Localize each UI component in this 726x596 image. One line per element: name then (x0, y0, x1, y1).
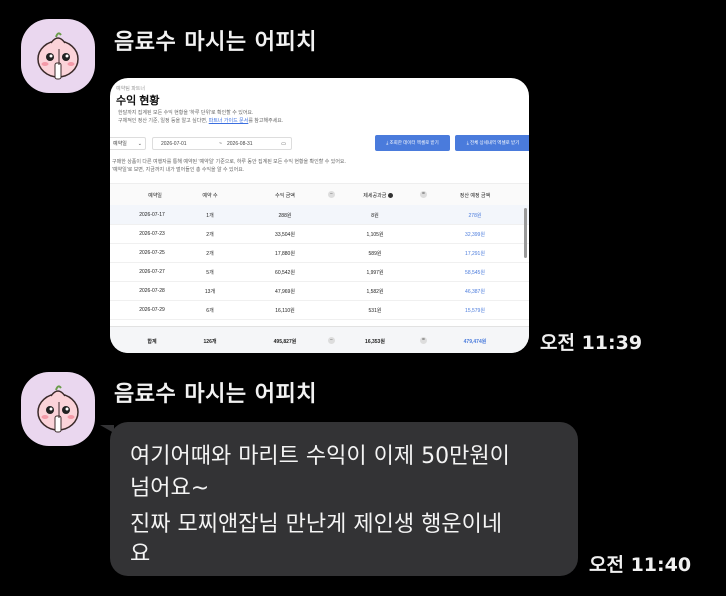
info-note-1: 구매한 상품이 다른 여행자를 통해 예약된 '예약일' 기준으로, 하루 동안… (112, 159, 346, 165)
message-time: 오전 11:39 (540, 332, 643, 354)
shared-image[interactable]: 예약팀 파트너 수익 현황 한달까지 집계된 모든 수익 현황을 '하루 단위'… (110, 78, 529, 353)
column-header: 예약 수 (202, 193, 218, 199)
message-text-line: 넘어요~ (130, 476, 210, 501)
column-header: 예약일 (148, 193, 162, 199)
column-header: 제세공과금 (353, 192, 403, 199)
table-row[interactable]: 2026-07-25 2개 17,880원 589원 17,291원 (110, 243, 529, 263)
table-header: 예약일 예약 수 수익 금액 − 제세공과금 = 정산 예정 금액 (110, 183, 529, 207)
message-bubble[interactable]: 여기어때와 마리트 수익이 이제 50만원이 넘어요~ 진짜 모찌앤잡님 만난게… (110, 422, 578, 576)
table-row[interactable]: 2026-07-17 1개 288원 8원 278원 (110, 205, 529, 225)
apeach-icon (37, 32, 79, 80)
apeach-icon (37, 385, 79, 433)
table-scrollbar[interactable] (524, 208, 527, 258)
table-row[interactable]: 2026-07-27 5개 60,542원 1,997원 58,545원 (110, 262, 529, 282)
minus-icon: − (328, 337, 335, 344)
calendar-icon: ▭ (281, 141, 286, 147)
date-range-field[interactable]: 2026-07-01 ~ 2026-08-31 ▭ (152, 137, 292, 150)
sender-avatar[interactable] (21, 19, 95, 93)
equals-icon: = (420, 191, 427, 198)
sender-name: 음료수 마시는 어피치 (114, 30, 317, 55)
info-note-2: '예약일'로 보면, 지금까지 내가 벌어들인 총 수익을 알 수 있어요. (112, 167, 245, 173)
guide-link[interactable]: 파트너 가이드 문서 (209, 118, 249, 124)
message-text-line: 요 (130, 542, 151, 567)
table-row[interactable]: 2026-07-29 6개 16,110원 531원 15,579원 (110, 300, 529, 320)
table-row[interactable]: 2026-07-28 13개 47,969원 1,582원 46,387원 (110, 281, 529, 301)
equals-icon: = (420, 337, 427, 344)
column-header: 정산 예정 금액 (459, 193, 491, 199)
filter-type-select[interactable]: 예약일 ⌄ (110, 137, 146, 150)
table-row[interactable]: 2026-07-23 2개 33,504원 1,105원 32,399원 (110, 224, 529, 244)
message-text-line: 진짜 모찌앤잡님 만난게 제인생 행운이네 (130, 512, 503, 537)
sender-avatar[interactable] (21, 372, 95, 446)
description-line-1: 한달까지 집계된 모든 수익 현황을 '하루 단위'로 확인할 수 있어요. (118, 110, 254, 116)
download-all-button[interactable]: ⤓ 전체 상세내역 엑셀로 받기 (455, 135, 529, 151)
minus-icon: − (328, 191, 335, 198)
table-total-row: 합계 126개 495,827원 − 16,353원 = 479,474원 (110, 326, 529, 353)
chevron-down-icon: ⌄ (137, 141, 142, 147)
page-title: 수익 현황 (116, 95, 160, 107)
breadcrumb: 예약팀 파트너 (116, 86, 145, 92)
message-time: 오전 11:40 (589, 554, 692, 576)
info-icon (387, 193, 393, 199)
sender-name: 음료수 마시는 어피치 (114, 382, 317, 407)
description-line-2: 구체적인 정산 기준, 일정 등을 알고 싶다면, 파트너 가이드 문서를 참고… (118, 118, 284, 124)
message-text-line: 여기어때와 마리트 수익이 이제 50만원이 (130, 444, 510, 469)
column-header: 수익 금액 (275, 193, 295, 199)
download-view-button[interactable]: ⤓ 조회한 데이터 엑셀로 받기 (375, 135, 450, 151)
